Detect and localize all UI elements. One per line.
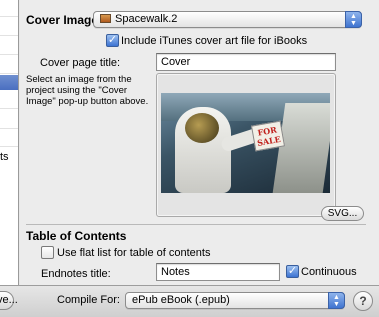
endnotes-title-field[interactable]: Notes [156, 263, 280, 281]
compile-for-label: Compile For: [57, 294, 120, 306]
checkmark-icon: ✓ [107, 34, 118, 46]
list-row[interactable] [0, 129, 18, 147]
cover-image-value: Spacewalk.2 [115, 13, 178, 25]
list-row[interactable] [0, 109, 18, 129]
cover-image-popup[interactable]: Spacewalk.2 ▲ ▼ [93, 11, 362, 28]
image-file-icon [100, 14, 111, 23]
list-row[interactable] [0, 36, 18, 55]
compile-for-popup[interactable]: ePub eBook (.epub) ▲ ▼ [125, 292, 345, 309]
endnotes-title-label: Endnotes title: [41, 268, 111, 280]
section-divider [26, 224, 366, 225]
bottom-bar: ve... Compile For: ePub eBook (.epub) ▲▼… [0, 285, 379, 317]
cover-page-title-field[interactable]: Cover [156, 53, 336, 71]
list-row-selected[interactable] [0, 75, 18, 90]
continuous-checkbox[interactable]: ✓ [286, 265, 299, 278]
popup-arrows-icon: ▲ ▼ [345, 11, 362, 28]
help-icon[interactable]: ? [353, 291, 373, 311]
save-button-partial[interactable]: ve... [0, 291, 18, 310]
include-itunes-checkbox[interactable]: ✓ [106, 34, 119, 47]
cover-image-preview: FOR SALE [161, 93, 330, 193]
list-row[interactable] [0, 90, 18, 109]
flat-list-label: Use flat list for table of contents [57, 247, 211, 259]
cover-image-well[interactable]: FOR SALE [156, 73, 336, 217]
cover-image-hint: Select an image from the project using t… [26, 74, 149, 107]
popup-arrows-icon: ▲ ▼ [328, 292, 345, 309]
cover-image-label: Cover Image: [26, 13, 103, 27]
include-itunes-label: Include iTunes cover art file for iBooks [121, 35, 308, 47]
list-row-partial-label: ts [0, 151, 9, 163]
flat-list-checkbox[interactable] [41, 246, 54, 259]
continuous-label: Continuous [301, 266, 357, 278]
compile-for-value: ePub eBook (.epub) [132, 294, 230, 306]
source-list[interactable]: ts [0, 0, 19, 285]
for-sale-sign: FOR SALE [250, 120, 286, 152]
toc-heading: Table of Contents [26, 229, 127, 243]
checkmark-icon: ✓ [287, 265, 298, 277]
compile-settings-panel: Cover Image: Spacewalk.2 ▲ ▼ ✓ Include iT… [20, 0, 379, 285]
svg-button[interactable]: SVG... [321, 206, 364, 221]
cover-page-title-label: Cover page title: [40, 57, 121, 69]
list-row[interactable] [0, 17, 18, 36]
list-row[interactable] [0, 0, 18, 17]
list-row[interactable] [0, 55, 18, 74]
